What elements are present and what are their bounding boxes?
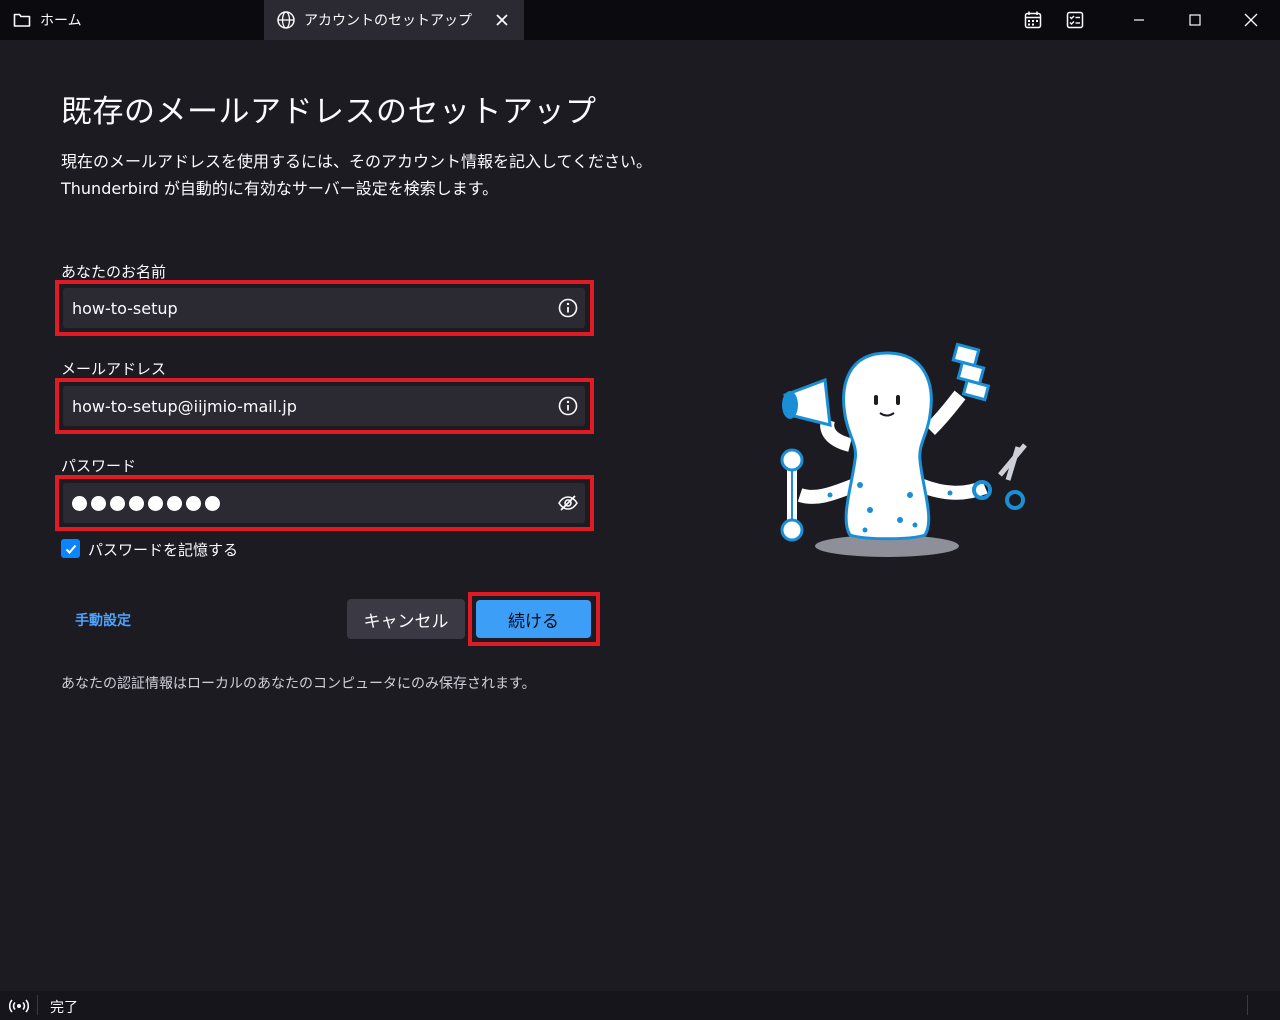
- tab-account-setup-label: アカウントのセットアップ: [304, 13, 472, 29]
- info-icon[interactable]: [557, 395, 579, 417]
- info-icon[interactable]: [557, 297, 579, 319]
- folder-icon: [12, 10, 32, 30]
- password-mask-dot: [129, 495, 144, 511]
- page-title: 既存のメールアドレスのセットアップ: [61, 94, 597, 130]
- tab-account-setup[interactable]: アカウントのセットアップ: [264, 0, 524, 40]
- continue-button[interactable]: 続ける: [476, 600, 591, 638]
- password-mask-dot: [167, 495, 182, 511]
- remember-password-label[interactable]: パスワードを記憶する: [88, 539, 238, 560]
- octopus-mascot-illustration: [770, 335, 1035, 565]
- close-tab-icon[interactable]: [492, 10, 512, 30]
- password-mask-dot: [72, 495, 87, 511]
- name-input-value: how-to-setup: [72, 298, 178, 318]
- calendar-icon[interactable]: [1019, 6, 1047, 34]
- password-mask-dot: [148, 495, 163, 511]
- password-input[interactable]: [63, 483, 585, 523]
- cancel-button[interactable]: キャンセル: [347, 599, 465, 639]
- tab-home[interactable]: ホーム: [0, 0, 262, 40]
- status-text: 完了: [50, 1000, 78, 1016]
- password-mask-dot: [186, 495, 201, 511]
- status-divider: [37, 995, 38, 1015]
- status-divider-right: [1247, 995, 1248, 1015]
- privacy-note: あなたの認証情報はローカルのあなたのコンピュータにのみ保存されます。: [61, 676, 536, 692]
- password-mask-dot: [205, 495, 220, 511]
- globe-icon: [276, 10, 296, 30]
- title-bar: ホーム アカウントのセットアップ: [0, 0, 1280, 40]
- email-label: メールアドレス: [61, 360, 167, 378]
- name-label: あなたのお名前: [61, 263, 167, 281]
- password-mask-dot: [91, 495, 106, 511]
- maximize-button[interactable]: [1167, 0, 1223, 40]
- tab-home-label: ホーム: [40, 13, 82, 29]
- password-mask-dot: [110, 495, 125, 511]
- email-input-value: how-to-setup@iijmio-mail.jp: [72, 396, 297, 416]
- status-bar: 完了: [0, 991, 1280, 1020]
- intro-text-line1: 現在のメールアドレスを使用するには、そのアカウント情報を記入してください。: [61, 152, 653, 171]
- remember-password-checkbox[interactable]: [61, 539, 80, 558]
- intro-text-line2: Thunderbird が自動的に有効なサーバー設定を検索します。: [61, 179, 499, 198]
- broadcast-icon[interactable]: [8, 995, 30, 1017]
- email-input[interactable]: how-to-setup@iijmio-mail.jp: [63, 386, 585, 426]
- tasks-icon[interactable]: [1061, 6, 1089, 34]
- name-input[interactable]: how-to-setup: [63, 288, 585, 328]
- manual-config-link[interactable]: 手動設定: [75, 610, 131, 630]
- eye-slash-icon[interactable]: [557, 492, 579, 514]
- password-label: パスワード: [61, 457, 137, 475]
- password-mask: [72, 495, 557, 511]
- close-window-button[interactable]: [1223, 0, 1279, 40]
- minimize-button[interactable]: [1111, 0, 1167, 40]
